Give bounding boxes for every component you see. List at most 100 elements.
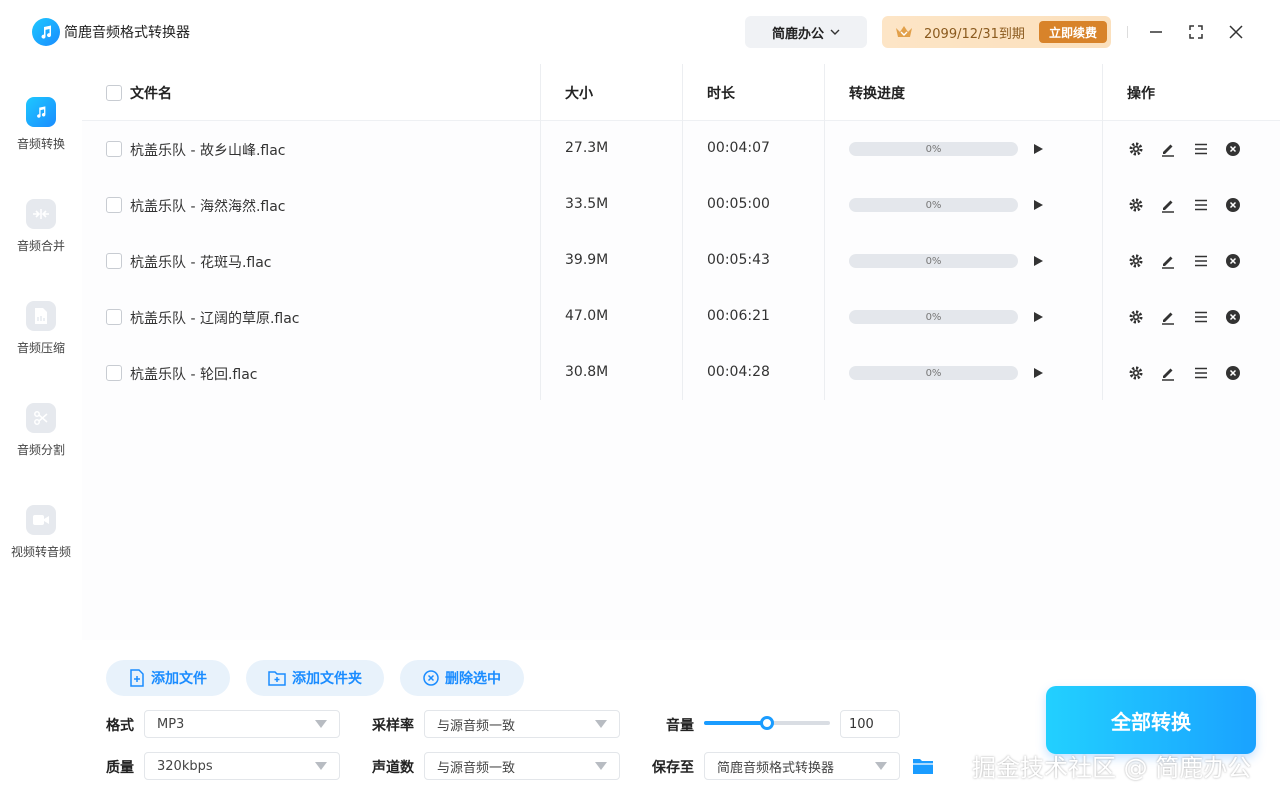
sidebar-item-label: 音频分割 [16,443,65,457]
table-row[interactable]: 杭盖乐队 - 故乡山峰.flac 27.3M 00:04:07 0% [82,121,1280,177]
minimize-button[interactable] [1142,18,1170,46]
progress-text: 0% [925,255,942,267]
app-logo-icon [32,18,60,46]
video-camera-icon [26,505,56,535]
menu-button[interactable] [1192,140,1210,158]
menu-button[interactable] [1192,252,1210,270]
play-icon [1034,312,1043,322]
file-size: 39.9M [565,252,609,268]
progress-bar: 0% [849,366,1018,380]
sidebar-item-video-to-audio[interactable]: 视频转音频 [0,505,82,585]
menu-button[interactable] [1192,364,1210,382]
save-to-label: 保存至 [652,760,694,776]
row-checkbox[interactable] [106,141,122,157]
volume-label: 音量 [666,718,694,734]
edit-button[interactable] [1159,140,1177,158]
channels-select[interactable]: 与源音频一致 [424,752,620,780]
file-duration: 00:05:00 [707,196,770,212]
gear-icon [1129,142,1143,156]
edit-button[interactable] [1159,308,1177,326]
file-size: 30.8M [565,364,609,380]
pencil-icon [1162,368,1174,381]
vip-expire-text: 2099/12/31到期 [924,26,1025,42]
close-circle-icon [1226,366,1240,380]
play-button[interactable] [1029,196,1047,214]
table-row[interactable]: 杭盖乐队 - 轮回.flac 30.8M 00:04:28 0% [82,345,1280,401]
row-checkbox[interactable] [106,365,122,381]
add-file-button[interactable]: 添加文件 [106,660,230,696]
caret-down-icon [875,762,887,770]
play-button[interactable] [1029,252,1047,270]
brand-menu-label: 简鹿办公 [771,26,824,42]
remove-button[interactable] [1224,196,1242,214]
list-icon [1195,143,1207,155]
convert-all-button[interactable]: 全部转换 [1046,686,1256,754]
menu-button[interactable] [1192,308,1210,326]
brand-menu-dropdown[interactable]: 简鹿办公 [745,16,867,48]
sample-rate-select[interactable]: 与源音频一致 [424,710,620,738]
settings-panel: 添加文件 添加文件夹 删除选中 格式 MP3 采样率 与源音频一致 音量 100… [82,640,1280,800]
file-duration: 00:04:28 [707,364,770,380]
menu-button[interactable] [1192,196,1210,214]
merge-icon [26,199,56,229]
close-circle-icon [1226,310,1240,324]
play-button[interactable] [1029,364,1047,382]
sidebar-item-audio-convert[interactable]: 音频转换 [0,97,82,177]
row-checkbox[interactable] [106,309,122,325]
progress-text: 0% [925,367,942,379]
caret-down-icon [595,720,607,728]
edit-button[interactable] [1159,252,1177,270]
gear-icon [1129,310,1143,324]
crown-icon [896,26,912,37]
table-row[interactable]: 杭盖乐队 - 辽阔的草原.flac 47.0M 00:06:21 0% [82,289,1280,345]
format-select[interactable]: MP3 [144,710,340,738]
delete-selected-button[interactable]: 删除选中 [400,660,524,696]
sidebar-item-audio-merge[interactable]: 音频合并 [0,199,82,279]
remove-button[interactable] [1224,140,1242,158]
settings-button[interactable] [1127,364,1145,382]
settings-button[interactable] [1127,196,1145,214]
add-folder-button[interactable]: 添加文件夹 [246,660,384,696]
file-duration: 00:06:21 [707,308,770,324]
remove-button[interactable] [1224,364,1242,382]
sidebar-item-label: 音频合并 [16,239,65,253]
settings-button[interactable] [1127,252,1145,270]
volume-slider-handle[interactable] [760,716,774,730]
table-row[interactable]: 杭盖乐队 - 海然海然.flac 33.5M 00:05:00 0% [82,177,1280,233]
watermark-text: 掘金技术社区 @ 简鹿办公 [972,754,1252,782]
list-icon [1195,367,1207,379]
progress-bar: 0% [849,310,1018,324]
row-checkbox[interactable] [106,253,122,269]
music-note-icon [26,97,56,127]
volume-slider[interactable] [704,716,830,730]
sidebar-item-audio-compress[interactable]: 音频压缩 [0,301,82,381]
edit-button[interactable] [1159,196,1177,214]
select-all-checkbox[interactable] [106,85,122,101]
file-name: 杭盖乐队 - 花斑马.flac [130,255,272,271]
maximize-button[interactable] [1182,18,1210,46]
table-row[interactable]: 杭盖乐队 - 花斑马.flac 39.9M 00:05:43 0% [82,233,1280,289]
file-duration: 00:05:43 [707,252,770,268]
play-button[interactable] [1029,308,1047,326]
folder-icon[interactable] [912,756,934,776]
settings-button[interactable] [1127,140,1145,158]
volume-input[interactable]: 100 [840,710,900,738]
save-to-select[interactable]: 简鹿音频格式转换器 [704,752,900,780]
file-duration: 00:04:07 [707,140,770,156]
row-checkbox[interactable] [106,197,122,213]
remove-button[interactable] [1224,252,1242,270]
close-window-button[interactable] [1222,18,1250,46]
quality-select[interactable]: 320kbps [144,752,340,780]
remove-button[interactable] [1224,308,1242,326]
edit-button[interactable] [1159,364,1177,382]
sidebar-item-label: 音频转换 [16,137,65,151]
settings-button[interactable] [1127,308,1145,326]
play-button[interactable] [1029,140,1047,158]
sidebar-item-audio-split[interactable]: 音频分割 [0,403,82,483]
vip-banner: 2099/12/31到期 立即续费 [882,16,1111,48]
list-icon [1195,311,1207,323]
close-icon [1229,25,1243,39]
progress-text: 0% [925,143,942,155]
renew-button[interactable]: 立即续费 [1039,21,1107,43]
sidebar-item-label: 视频转音频 [10,545,71,559]
